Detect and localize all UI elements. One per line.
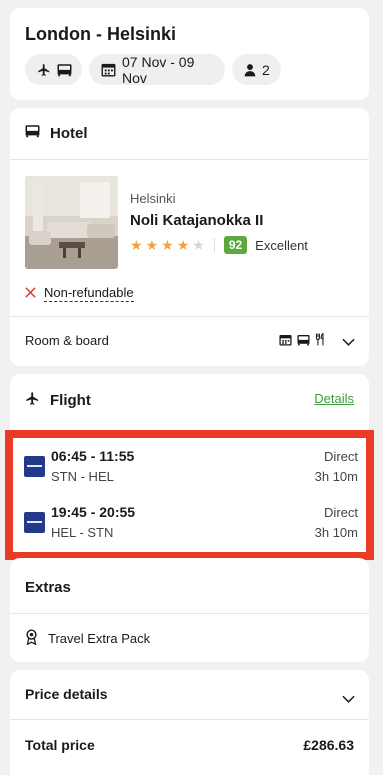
extra-item-label: Travel Extra Pack bbox=[48, 631, 151, 646]
segment-times: 19:45 - 20:55 bbox=[51, 504, 136, 520]
segment-route: HEL - STN bbox=[51, 525, 114, 540]
divider bbox=[10, 613, 369, 614]
segment-stops: Direct bbox=[324, 505, 358, 520]
airline-logo bbox=[24, 456, 45, 477]
dates-chip[interactable]: 07 Nov - 09 Nov bbox=[89, 53, 225, 86]
cancellation-label: Non-refundable bbox=[44, 285, 134, 302]
cutlery-icon bbox=[315, 332, 325, 351]
cancellation-policy[interactable]: Non-refundable bbox=[25, 285, 134, 302]
travellers-chip[interactable]: 2 bbox=[232, 54, 281, 85]
hotel-rating: ★ ★ ★ ★ ★ 92 Excellent bbox=[130, 236, 308, 254]
calendar-icon bbox=[101, 62, 116, 77]
trip-title: London - Helsinki bbox=[25, 24, 176, 44]
bed-icon bbox=[57, 63, 72, 77]
badge-icon bbox=[25, 629, 38, 648]
chevron-down-icon[interactable] bbox=[342, 690, 355, 708]
hotel-card: Hotel Helsinki Noli Katajanokka II ★ ★ ★… bbox=[10, 108, 369, 366]
flight-section-header: Flight bbox=[25, 391, 91, 410]
room-board-toggle[interactable] bbox=[279, 332, 355, 351]
plane-icon bbox=[25, 391, 40, 410]
person-icon bbox=[244, 63, 256, 77]
hotel-section-title: Hotel bbox=[50, 124, 88, 142]
flight-details-link[interactable]: Details bbox=[314, 391, 354, 406]
trip-summary-card: London - Helsinki 07 Nov - 09 Nov 2 bbox=[10, 8, 369, 100]
segment-stops: Direct bbox=[324, 449, 358, 464]
total-price-value: £286.63 bbox=[303, 737, 354, 753]
total-price-label: Total price bbox=[25, 737, 95, 753]
extras-card: Extras Travel Extra Pack bbox=[10, 558, 369, 662]
hotel-city: Helsinki bbox=[130, 191, 176, 206]
hotel-photo[interactable] bbox=[25, 176, 118, 269]
flight-section-title: Flight bbox=[50, 392, 91, 409]
extras-section-title: Extras bbox=[25, 579, 71, 596]
flight-segment-outbound[interactable]: 06:45 - 11:55 STN - HEL Direct 3h 10m bbox=[21, 448, 358, 488]
segment-duration: 3h 10m bbox=[314, 525, 358, 540]
package-type-chip[interactable] bbox=[25, 54, 82, 85]
travellers-count: 2 bbox=[262, 61, 270, 78]
room-board-label: Room & board bbox=[25, 333, 109, 348]
close-icon bbox=[25, 286, 36, 301]
segment-duration: 3h 10m bbox=[314, 469, 358, 484]
divider bbox=[10, 719, 369, 720]
price-card: Price details Total price £286.63 bbox=[10, 670, 369, 775]
star-empty-icon: ★ bbox=[192, 237, 205, 253]
star-icon: ★ bbox=[161, 237, 174, 253]
hotel-section-header: Hotel bbox=[25, 124, 88, 142]
star-icon: ★ bbox=[176, 237, 190, 253]
divider bbox=[10, 316, 369, 317]
bed-icon bbox=[25, 124, 40, 142]
star-icon: ★ bbox=[145, 237, 159, 253]
star-icon: ★ bbox=[130, 237, 143, 253]
airline-logo bbox=[24, 512, 45, 533]
plane-icon bbox=[37, 63, 51, 77]
price-details-title[interactable]: Price details bbox=[25, 686, 108, 702]
flight-segment-return[interactable]: 19:45 - 20:55 HEL - STN Direct 3h 10m bbox=[21, 504, 358, 544]
extra-item[interactable]: Travel Extra Pack bbox=[25, 629, 150, 648]
meal-icon bbox=[279, 333, 292, 351]
segment-times: 06:45 - 11:55 bbox=[51, 448, 135, 464]
hotel-name[interactable]: Noli Katajanokka II bbox=[130, 212, 263, 229]
review-score-badge: 92 bbox=[223, 236, 248, 254]
flight-segments-highlight: 06:45 - 11:55 STN - HEL Direct 3h 10m 19… bbox=[5, 430, 374, 560]
rating-separator bbox=[213, 238, 215, 252]
review-score-label: Excellent bbox=[255, 237, 308, 253]
chevron-down-icon bbox=[342, 333, 355, 351]
flight-card: Flight Details 06:45 - 11:55 STN - HEL D… bbox=[5, 374, 374, 560]
divider bbox=[10, 159, 369, 160]
dates-label: 07 Nov - 09 Nov bbox=[122, 53, 195, 86]
segment-route: STN - HEL bbox=[51, 469, 114, 484]
bed-icon bbox=[297, 333, 310, 351]
